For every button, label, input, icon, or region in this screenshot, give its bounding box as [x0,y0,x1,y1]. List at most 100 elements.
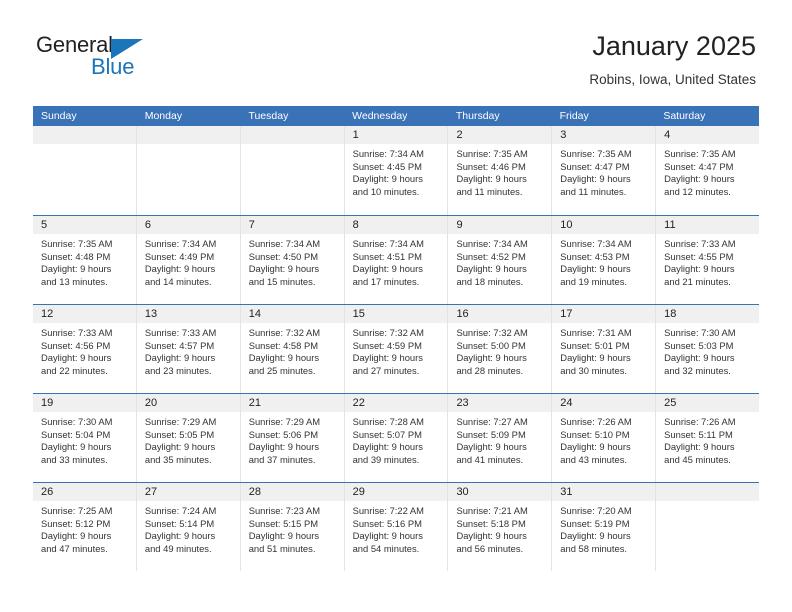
sunrise-text: Sunrise: 7:35 AM [41,238,113,249]
daylight-text-line1: Daylight: 9 hours [456,352,527,364]
daylight-text-line2: and 11 minutes. [456,185,523,197]
sunrise-text: Sunrise: 7:24 AM [144,505,217,516]
day-info: Sunrise: 7:25 AM Sunset: 5:12 PM Daylight:… [33,502,136,555]
day-number: 17 [560,308,573,320]
day-cell[interactable]: 4 Sunrise: 7:35 AM Sunset: 4:47 PM Daylight… [656,126,760,215]
week-row: 12 Sunrise: 7:33 AM Sunset: 4:56 PM Dayligh… [33,304,760,393]
day-cell[interactable]: 19 Sunrise: 7:30 AM Sunset: 5:04 PM Dayligh… [33,394,137,482]
day-cell[interactable]: 3 Sunrise: 7:35 AM Sunset: 4:47 PM Daylight… [552,126,657,215]
day-info: Sunrise: 7:34 AM Sunset: 4:53 PM Daylight:… [552,235,655,288]
day-cell[interactable]: 26 Sunrise: 7:25 AM Sunset: 5:12 PM Dayligh… [33,483,137,571]
day-cell-empty [33,126,137,215]
day-number: 24 [560,397,573,409]
sunset-text: Sunset: 4:58 PM [248,339,319,351]
sunrise-text: Sunrise: 7:33 AM [664,238,736,249]
daylight-text-line2: and 49 minutes. [144,542,212,554]
calendar-page: General Blue January 2025 Robins, Iowa, … [0,0,792,612]
day-cell[interactable]: 12 Sunrise: 7:33 AM Sunset: 4:56 PM Dayligh… [33,305,137,393]
day-cell[interactable]: 1 Sunrise: 7:34 AM Sunset: 4:45 PM Daylight… [344,126,449,215]
day-cell[interactable]: 5 Sunrise: 7:35 AM Sunset: 4:48 PM Daylight… [33,216,137,304]
daylight-text-line1: Daylight: 9 hours [352,173,423,185]
weekday-header-friday: Friday [559,110,589,122]
daylight-text-line1: Daylight: 9 hours [664,441,735,453]
day-cell[interactable]: 15 Sunrise: 7:32 AM Sunset: 4:59 PM Dayligh… [344,305,449,393]
day-cell[interactable]: 17 Sunrise: 7:31 AM Sunset: 5:01 PM Dayligh… [552,305,657,393]
sunset-text: Sunset: 4:49 PM [144,250,215,262]
day-number: 14 [248,308,261,320]
day-number: 10 [560,219,573,231]
day-info: Sunrise: 7:35 AM Sunset: 4:46 PM Daylight:… [448,145,551,198]
day-number-band: 7 [240,216,344,235]
day-cell[interactable]: 13 Sunrise: 7:33 AM Sunset: 4:57 PM Dayligh… [136,305,241,393]
day-info: Sunrise: 7:29 AM Sunset: 5:06 PM Daylight:… [241,413,344,466]
day-number: 18 [664,308,677,320]
daylight-text-line1: Daylight: 9 hours [41,441,112,453]
daylight-text-line2: and 47 minutes. [41,542,108,554]
day-cell[interactable]: 28 Sunrise: 7:23 AM Sunset: 5:15 PM Dayligh… [240,483,345,571]
day-cell[interactable]: 21 Sunrise: 7:29 AM Sunset: 5:06 PM Dayligh… [240,394,345,482]
day-cell[interactable]: 24 Sunrise: 7:26 AM Sunset: 5:10 PM Dayligh… [552,394,657,482]
day-cell[interactable]: 18 Sunrise: 7:30 AM Sunset: 5:03 PM Dayligh… [656,305,760,393]
daylight-text-line2: and 51 minutes. [248,542,316,554]
daylight-text-line2: and 18 minutes. [456,275,524,287]
general-blue-logo[interactable]: General Blue [36,32,156,86]
sunrise-text: Sunrise: 7:23 AM [248,505,321,516]
day-cell[interactable]: 7 Sunrise: 7:34 AM Sunset: 4:50 PM Daylight… [240,216,345,304]
day-number-band: 23 [448,394,552,413]
day-number-band: 11 [656,216,760,235]
sunset-text: Sunset: 5:14 PM [144,517,215,529]
day-number-band: 30 [448,483,552,502]
sunset-text: Sunset: 4:57 PM [144,339,215,351]
day-cell[interactable]: 20 Sunrise: 7:29 AM Sunset: 5:05 PM Dayligh… [136,394,241,482]
day-cell[interactable]: 8 Sunrise: 7:34 AM Sunset: 4:51 PM Daylight… [344,216,449,304]
day-cell[interactable]: 2 Sunrise: 7:35 AM Sunset: 4:46 PM Daylight… [448,126,553,215]
day-cell[interactable]: 6 Sunrise: 7:34 AM Sunset: 4:49 PM Daylight… [136,216,241,304]
weekday-header-monday: Monday [144,110,183,122]
day-cell[interactable]: 30 Sunrise: 7:21 AM Sunset: 5:18 PM Dayligh… [448,483,553,571]
day-number-band: 29 [344,483,448,502]
day-number: 23 [456,397,469,409]
weekday-header-thursday: Thursday [455,110,500,122]
sunrise-text: Sunrise: 7:28 AM [352,416,424,427]
day-cell[interactable]: 23 Sunrise: 7:27 AM Sunset: 5:09 PM Dayligh… [448,394,553,482]
day-number-band: 10 [552,216,656,235]
day-cell[interactable]: 29 Sunrise: 7:22 AM Sunset: 5:16 PM Dayligh… [344,483,449,571]
daylight-text-line1: Daylight: 9 hours [352,441,423,453]
sunset-text: Sunset: 5:05 PM [144,428,215,440]
day-cell[interactable]: 22 Sunrise: 7:28 AM Sunset: 5:07 PM Dayligh… [344,394,449,482]
day-cell[interactable]: 25 Sunrise: 7:26 AM Sunset: 5:11 PM Dayligh… [656,394,760,482]
logo-text-blue: Blue [91,54,135,79]
day-cell[interactable]: 14 Sunrise: 7:32 AM Sunset: 4:58 PM Dayligh… [240,305,345,393]
weekday-header-tuesday: Tuesday [248,110,289,122]
day-cell[interactable]: 9 Sunrise: 7:34 AM Sunset: 4:52 PM Daylight… [448,216,553,304]
day-cell[interactable]: 10 Sunrise: 7:34 AM Sunset: 4:53 PM Dayligh… [552,216,657,304]
daylight-text-line2: and 21 minutes. [664,275,731,287]
day-info: Sunrise: 7:20 AM Sunset: 5:19 PM Daylight:… [552,502,655,555]
calendar-body: 1 Sunrise: 7:34 AM Sunset: 4:45 PM Daylight… [33,126,760,571]
day-info: Sunrise: 7:24 AM Sunset: 5:14 PM Daylight:… [137,502,240,555]
sunrise-text: Sunrise: 7:30 AM [41,416,113,427]
sunset-text: Sunset: 4:45 PM [352,160,422,172]
sunrise-text: Sunrise: 7:29 AM [144,416,217,427]
day-number: 4 [664,129,671,141]
day-cell[interactable]: 11 Sunrise: 7:33 AM Sunset: 4:55 PM Dayligh… [656,216,760,304]
day-cell[interactable]: 27 Sunrise: 7:24 AM Sunset: 5:14 PM Dayligh… [136,483,241,571]
sunset-text: Sunset: 5:03 PM [664,339,734,351]
day-info: Sunrise: 7:32 AM Sunset: 5:00 PM Daylight:… [448,324,551,377]
day-cell[interactable]: 31 Sunrise: 7:20 AM Sunset: 5:19 PM Dayligh… [552,483,657,571]
day-cell-empty [240,126,345,215]
day-number-band: 22 [344,394,448,413]
sunset-text: Sunset: 5:11 PM [664,428,733,440]
day-info: Sunrise: 7:31 AM Sunset: 5:01 PM Daylight:… [552,324,655,377]
sunrise-text: Sunrise: 7:27 AM [456,416,528,427]
daylight-text-line2: and 45 minutes. [664,453,731,465]
day-number: 27 [144,486,158,498]
day-number-band: 8 [344,216,448,235]
sunset-text: Sunset: 5:00 PM [456,339,526,351]
day-cell-empty [656,483,760,571]
week-row: 19 Sunrise: 7:30 AM Sunset: 5:04 PM Dayligh… [33,393,760,482]
day-cell[interactable]: 16 Sunrise: 7:32 AM Sunset: 5:00 PM Dayligh… [448,305,553,393]
weekday-header-saturday: Saturday [663,110,706,122]
day-number: 20 [144,397,158,409]
daylight-text-line1: Daylight: 9 hours [144,441,216,453]
